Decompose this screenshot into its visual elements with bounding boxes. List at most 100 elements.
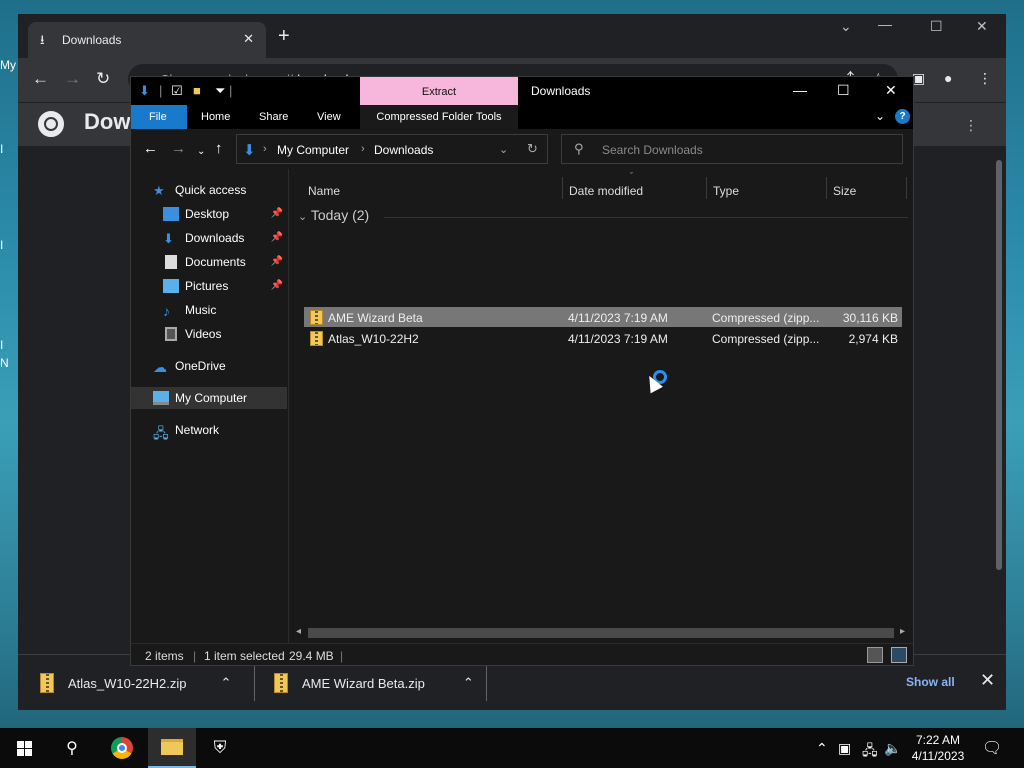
new-tab-button[interactable]: + [278,26,290,46]
address-dropdown-icon[interactable]: ⌄ [499,143,508,156]
column-header-name[interactable]: Name [308,184,340,198]
recent-locations-icon[interactable]: ⌄ [197,144,205,159]
network-tray-icon[interactable]: 🖧 [862,740,878,764]
collapse-chevron-icon: ⌄ [298,211,308,223]
taskbar-chrome[interactable] [98,728,146,768]
nav-item-quick-access[interactable]: ★ Quick access [131,179,287,201]
forward-button[interactable]: → [171,141,186,156]
taskbar-file-explorer[interactable] [148,728,196,768]
pin-icon: 📌 [270,256,283,267]
expand-ribbon-icon[interactable]: ⌄ [875,109,885,123]
close-window-button[interactable]: ✕ [885,82,897,99]
close-shelf-icon[interactable]: ✕ [980,670,995,691]
chevron-up-icon[interactable]: ⌃ [816,740,828,757]
taskbar: ⚲ ⛨ ⌃ ▣ 🖧 🔈 7:22 AM 4/11/2023 🗨 [0,728,1024,768]
breadcrumb-my-computer[interactable]: My Computer [277,143,349,157]
volume-icon[interactable]: 🔈 [884,740,901,757]
maximize-button[interactable]: ☐ [837,82,850,99]
pin-icon: 📌 [270,208,283,219]
large-icons-view-icon[interactable] [891,647,907,663]
nav-item-videos[interactable]: Videos [131,323,287,345]
separator: | [229,83,233,98]
back-button[interactable]: ← [32,70,49,87]
scroll-left-icon[interactable]: ◂ [296,626,301,637]
tab-downloads[interactable]: ⭳ Downloads ✕ [28,22,266,58]
clock[interactable]: 7:22 AM 4/11/2023 [908,732,968,764]
scrollbar-thumb[interactable] [308,628,894,638]
nav-item-pictures[interactable]: Pictures 📌 [131,275,287,297]
breadcrumb-downloads[interactable]: Downloads [374,143,433,157]
back-button[interactable]: ← [143,141,158,156]
search-icon: ⚲ [574,141,584,156]
group-header[interactable]: ⌄ Today (2) [298,207,369,223]
chrome-icon [111,737,133,759]
minimize-button[interactable]: — [793,82,807,98]
show-all-link[interactable]: Show all [906,675,955,689]
chevron-down-icon[interactable]: ⌄ [840,18,852,35]
file-row[interactable]: AME Wizard Beta 4/11/2023 7:19 AM Compre… [304,307,902,327]
chevron-up-icon[interactable]: ⌃ [463,675,474,691]
file-date: 4/11/2023 7:19 AM [568,311,668,325]
desktop-icon [163,207,179,221]
nav-item-onedrive[interactable]: ☁ OneDrive [131,355,287,377]
chevron-up-icon[interactable]: ⌃ [221,675,232,691]
scroll-right-icon[interactable]: ▸ [900,626,905,637]
pin-icon: 📌 [270,280,283,291]
explorer-nav-bar: ← → ⌄ ↑ ⬇ › My Computer › Downloads ⌄ ↻ … [131,129,913,169]
nav-item-music[interactable]: ♪ Music [131,299,287,321]
forward-button[interactable]: → [64,70,81,87]
desktop-icon-label: My [0,58,16,72]
profile-icon[interactable]: ● [944,70,952,87]
download-folder-icon: ⬇ [139,83,150,98]
refresh-icon[interactable]: ↻ [527,141,538,157]
search-button[interactable]: ⚲ [48,728,96,768]
tab-compressed-folder-tools[interactable]: Compressed Folder Tools [360,105,518,129]
download-item[interactable]: AME Wizard Beta.zip ⌃ [274,669,474,697]
shield-icon: ⛨ [213,738,227,757]
customize-toolbar-icon[interactable]: ⏷ [215,83,225,99]
search-box[interactable]: ⚲ Search Downloads [561,134,903,164]
chevron-right-icon: › [361,143,365,155]
column-header-date[interactable]: Date modified [569,184,643,198]
security-tray-icon[interactable]: ▣ [838,740,851,757]
nav-item-network[interactable]: 🖧 Network [131,419,287,441]
extract-contextual-tab[interactable]: Extract [360,77,518,105]
file-date: 4/11/2023 7:19 AM [568,332,668,346]
taskbar-security[interactable]: ⛨ [196,728,244,768]
properties-icon[interactable]: ☑ [171,83,183,99]
maximize-button[interactable]: ☐ [930,18,943,35]
page-scrollbar[interactable] [994,148,1004,648]
nav-item-downloads[interactable]: ⬇ Downloads 📌 [131,227,287,249]
separator: | [340,649,344,663]
more-icon[interactable]: ⋮ [964,117,978,134]
divider [254,665,255,701]
close-tab-icon[interactable]: ✕ [243,31,254,47]
file-size: 2,974 KB [848,332,898,346]
start-button[interactable] [0,728,48,768]
new-folder-icon[interactable]: ■ [193,83,201,98]
download-item[interactable]: Atlas_W10-22H2.zip ⌃ [40,669,231,697]
horizontal-scrollbar[interactable]: ◂ ▸ [294,625,910,641]
search-icon: ⚲ [66,740,78,757]
menu-icon[interactable]: ⋮ [978,70,992,87]
nav-item-documents[interactable]: Documents 📌 [131,251,287,273]
reload-button[interactable]: ↻ [96,70,110,87]
desktop-icon-label: I [0,338,4,352]
up-button[interactable]: ↑ [215,141,223,156]
chevron-right-icon: › [263,143,267,155]
nav-item-my-computer[interactable]: My Computer [131,387,287,409]
details-view-icon[interactable] [867,647,883,663]
help-icon[interactable]: ? [895,109,910,124]
minimize-button[interactable]: — [878,16,892,32]
tab-view[interactable]: View [317,111,341,123]
tab-home[interactable]: Home [201,111,230,123]
notification-icon[interactable]: 🗨 [982,738,1002,758]
nav-item-desktop[interactable]: Desktop 📌 [131,203,287,225]
address-bar[interactable]: ⬇ › My Computer › Downloads ⌄ ↻ [236,134,548,164]
file-row[interactable]: Atlas_W10-22H2 4/11/2023 7:19 AM Compres… [304,328,902,348]
column-header-type[interactable]: Type [713,184,739,198]
close-window-button[interactable]: ✕ [976,18,988,35]
tab-file[interactable]: File [131,105,187,129]
tab-share[interactable]: Share [259,111,288,123]
column-header-size[interactable]: Size [833,184,856,198]
